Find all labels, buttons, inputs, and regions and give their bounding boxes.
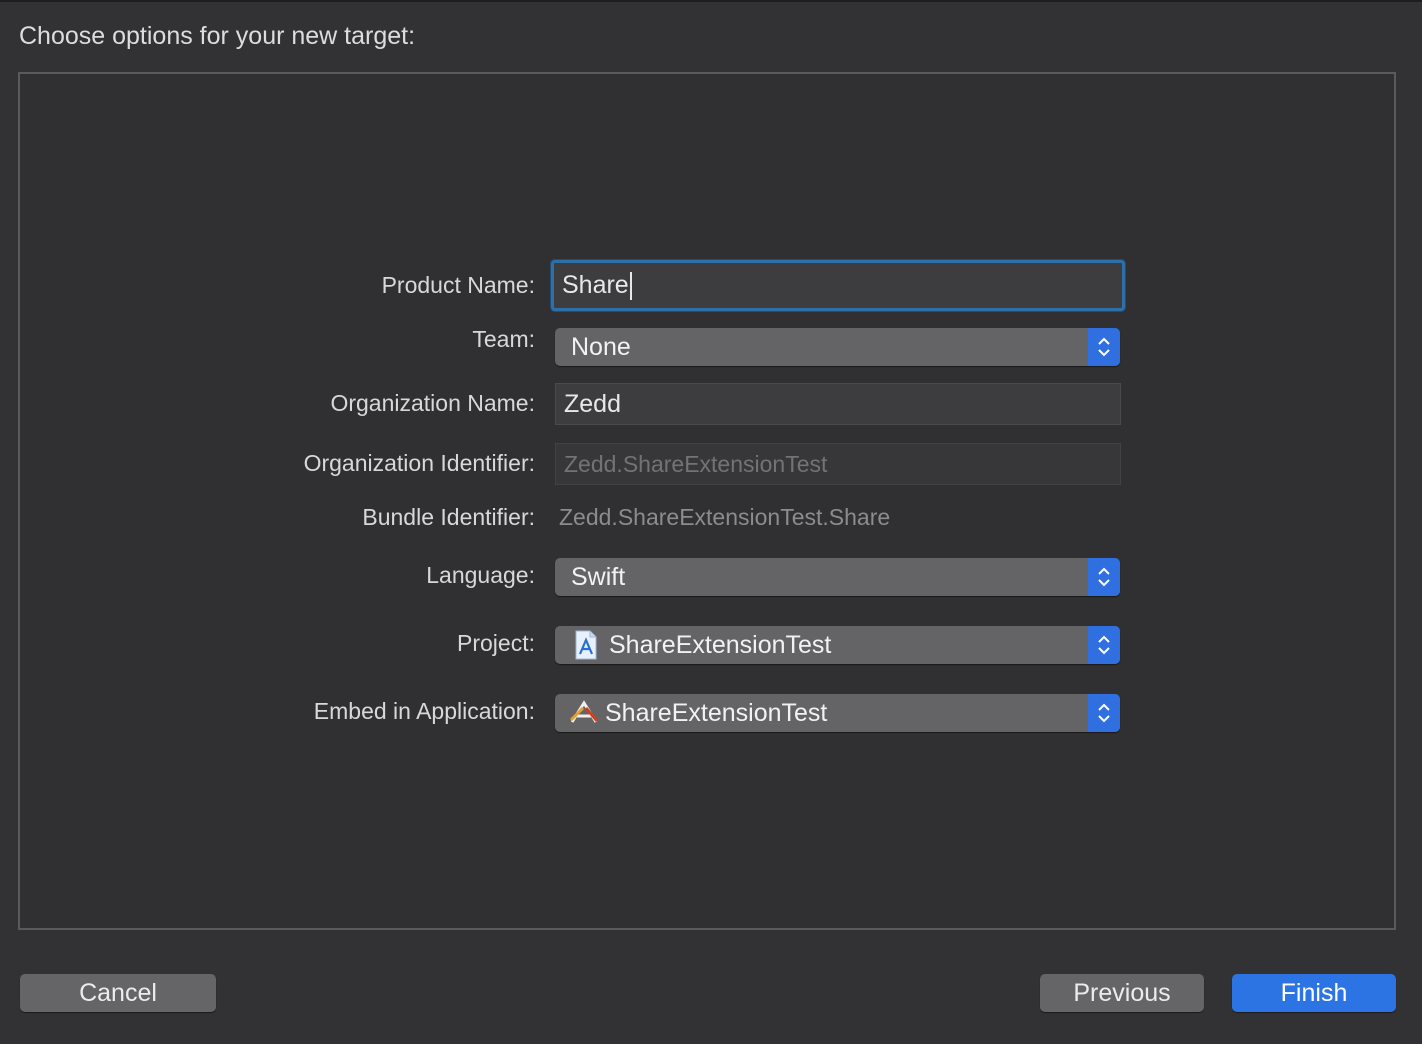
embed-in-application-popup[interactable]: ShareExtensionTest (555, 694, 1120, 732)
product-name-field[interactable]: Share (551, 260, 1125, 311)
embed-stepper-icon[interactable] (1088, 694, 1120, 732)
chevron-up-down-icon (1098, 567, 1110, 587)
chevron-up-down-icon (1098, 635, 1110, 655)
team-stepper-icon[interactable] (1088, 328, 1120, 366)
project-value: ShareExtensionTest (609, 630, 832, 659)
language-popup[interactable]: Swift (555, 558, 1120, 596)
product-name-label: Product Name: (381, 272, 535, 298)
organization-name-label: Organization Name: (330, 390, 535, 416)
team-label: Team: (472, 326, 535, 352)
language-label: Language: (426, 562, 535, 588)
organization-name-value: Zedd (564, 389, 621, 418)
team-value: None (571, 332, 631, 361)
project-label: Project: (457, 630, 535, 656)
project-popup[interactable]: ShareExtensionTest (555, 626, 1120, 664)
bundle-identifier-value: Zedd.ShareExtensionTest.Share (559, 504, 891, 530)
organization-name-field[interactable]: Zedd (555, 383, 1121, 425)
app-target-icon (569, 698, 599, 728)
embed-in-application-value: ShareExtensionTest (605, 698, 828, 727)
bundle-identifier-label: Bundle Identifier: (362, 504, 535, 530)
embed-in-application-label: Embed in Application: (313, 698, 535, 724)
language-stepper-icon[interactable] (1088, 558, 1120, 596)
organization-identifier-label: Organization Identifier: (303, 450, 535, 476)
previous-button[interactable]: Previous (1040, 974, 1204, 1012)
product-name-value: Share (562, 271, 629, 299)
project-stepper-icon[interactable] (1088, 626, 1120, 664)
chevron-up-down-icon (1098, 703, 1110, 723)
chevron-up-down-icon (1098, 337, 1110, 357)
xcode-project-file-icon (571, 630, 601, 660)
organization-identifier-field: Zedd.ShareExtensionTest (555, 443, 1121, 485)
options-panel (18, 72, 1396, 930)
cancel-button[interactable]: Cancel (20, 974, 216, 1012)
text-cursor (629, 271, 632, 300)
window-top-border (0, 0, 1422, 2)
organization-identifier-value: Zedd.ShareExtensionTest (564, 450, 828, 477)
team-popup[interactable]: None (555, 328, 1120, 366)
finish-button[interactable]: Finish (1232, 974, 1396, 1012)
language-value: Swift (571, 562, 626, 591)
page-title: Choose options for your new target: (19, 22, 416, 50)
